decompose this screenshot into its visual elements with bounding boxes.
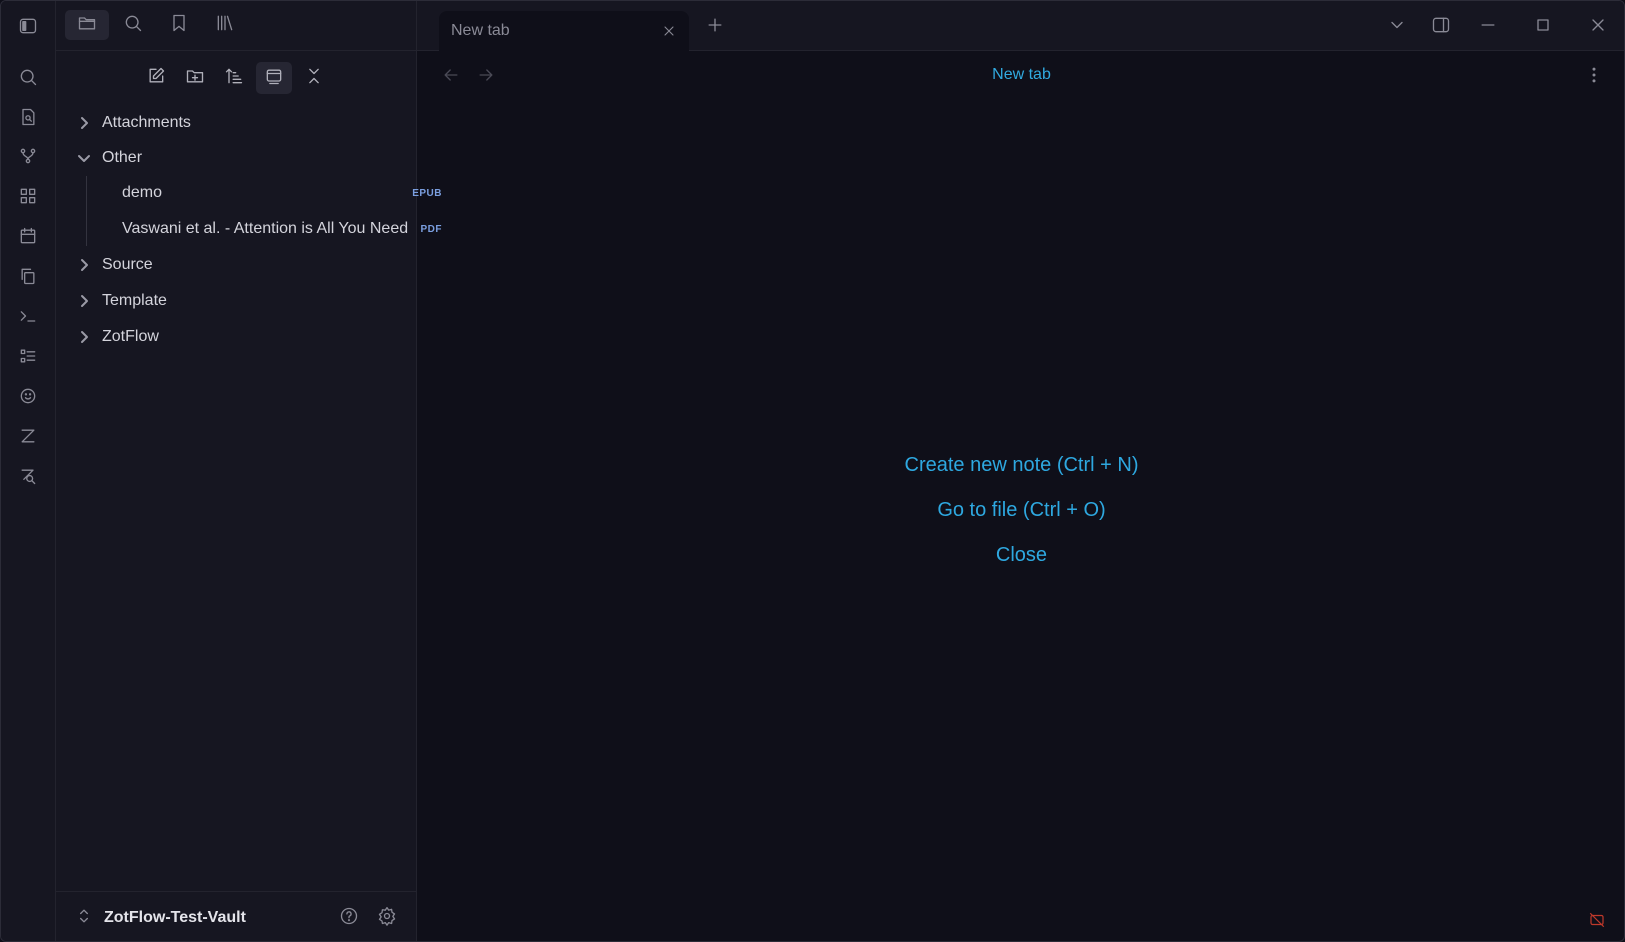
git-branch-icon[interactable] xyxy=(14,142,42,170)
close-icon xyxy=(1588,15,1608,40)
folder-icon xyxy=(77,13,97,38)
close-tab-link[interactable]: Close xyxy=(417,544,1624,567)
folder-label: Source xyxy=(102,256,153,273)
help-icon xyxy=(339,906,359,931)
indent-guide xyxy=(86,176,87,246)
tab-list-button[interactable] xyxy=(1383,13,1411,41)
close-icon[interactable] xyxy=(659,21,679,41)
library-icon xyxy=(215,13,235,38)
new-folder-icon xyxy=(185,66,205,91)
zotero-search-icon[interactable] xyxy=(14,462,42,490)
file-type-badge: PDF xyxy=(420,223,442,235)
chevron-right-icon xyxy=(76,257,92,273)
file-type-badge: EPUB xyxy=(412,187,442,199)
view-title: New tab xyxy=(992,66,1051,83)
toggle-sidebar-icon[interactable] xyxy=(14,12,42,40)
list-icon[interactable] xyxy=(14,342,42,370)
folder-label: Other xyxy=(102,149,143,166)
folder-attachments[interactable]: Attachments xyxy=(76,108,406,138)
tab-search[interactable] xyxy=(111,10,155,40)
ribbon xyxy=(1,1,56,941)
tab-bar: New tab xyxy=(417,1,1624,51)
folder-other[interactable]: Other xyxy=(76,143,406,173)
window-close-button[interactable] xyxy=(1584,13,1612,41)
dashboard-icon[interactable] xyxy=(14,182,42,210)
help-button[interactable] xyxy=(335,904,363,932)
toggle-right-sidebar-button[interactable] xyxy=(1427,13,1455,41)
new-folder-button[interactable] xyxy=(177,62,213,94)
file-explorer-sidebar: Attachments Other demo EPUB Vaswani et a… xyxy=(56,1,442,941)
app-window: Attachments Other demo EPUB Vaswani et a… xyxy=(0,0,1625,942)
folder-label: Attachments xyxy=(102,114,191,131)
sort-icon xyxy=(224,66,244,91)
vault-switcher[interactable]: ZotFlow-Test-Vault xyxy=(74,904,246,932)
file-demo[interactable]: demo EPUB xyxy=(122,178,442,208)
chevron-down-icon xyxy=(76,150,92,166)
vault-name: ZotFlow-Test-Vault xyxy=(104,909,246,926)
folder-template[interactable]: Template xyxy=(76,286,406,316)
right-sidebar-icon xyxy=(1431,15,1451,40)
search-icon xyxy=(123,13,143,38)
new-note-button[interactable] xyxy=(138,62,174,94)
sidebar-footer: ZotFlow-Test-Vault xyxy=(56,891,417,941)
minimize-button[interactable] xyxy=(1474,13,1502,41)
collapse-all-icon xyxy=(304,66,324,91)
sync-error-icon[interactable] xyxy=(1586,909,1608,931)
chevron-up-down-icon xyxy=(74,906,94,931)
sort-button[interactable] xyxy=(216,62,252,94)
sidebar-tab-strip xyxy=(56,1,417,51)
tab-new-tab[interactable]: New tab xyxy=(439,11,689,51)
search-icon[interactable] xyxy=(14,63,42,91)
file-nav-toolbar xyxy=(56,62,417,94)
minimize-icon xyxy=(1478,15,1498,40)
folder-label: Template xyxy=(102,292,167,309)
bookmark-icon xyxy=(169,13,189,38)
folder-zotflow[interactable]: ZotFlow xyxy=(76,322,406,352)
folder-source[interactable]: Source xyxy=(76,250,406,280)
new-tab-button[interactable] xyxy=(701,13,729,41)
chevron-down-icon xyxy=(1387,15,1407,40)
gear-icon xyxy=(377,906,397,931)
plus-icon xyxy=(705,15,725,40)
zotero-icon[interactable] xyxy=(14,422,42,450)
file-label: demo xyxy=(122,184,163,201)
folder-label: ZotFlow xyxy=(102,328,159,345)
more-vertical-icon xyxy=(1584,65,1604,90)
terminal-icon[interactable] xyxy=(14,302,42,330)
chevron-right-icon xyxy=(76,115,92,131)
view-header: New tab xyxy=(417,51,1624,101)
file-label: Vaswani et al. - Attention is All You Ne… xyxy=(122,220,409,237)
smiley-icon[interactable] xyxy=(14,382,42,410)
tab-title: New tab xyxy=(451,22,510,39)
tab-file-explorer[interactable] xyxy=(65,10,109,40)
chevron-right-icon xyxy=(76,293,92,309)
file-search-icon[interactable] xyxy=(14,103,42,131)
tab-library[interactable] xyxy=(203,10,247,40)
tab-bookmarks[interactable] xyxy=(157,10,201,40)
settings-button[interactable] xyxy=(373,904,401,932)
collapse-all-button[interactable] xyxy=(296,62,332,94)
auto-reveal-button[interactable] xyxy=(256,62,292,94)
more-options-button[interactable] xyxy=(1580,63,1608,91)
new-note-icon xyxy=(146,66,166,91)
create-note-link[interactable]: Create new note (Ctrl + N) xyxy=(417,454,1624,477)
file-vaswani[interactable]: Vaswani et al. - Attention is All You Ne… xyxy=(122,214,442,244)
auto-reveal-icon xyxy=(264,66,284,91)
maximize-button[interactable] xyxy=(1529,13,1557,41)
go-to-file-link[interactable]: Go to file (Ctrl + O) xyxy=(417,499,1624,522)
copy-icon[interactable] xyxy=(14,262,42,290)
calendar-icon[interactable] xyxy=(14,222,42,250)
maximize-icon xyxy=(1533,15,1553,40)
chevron-right-icon xyxy=(76,329,92,345)
